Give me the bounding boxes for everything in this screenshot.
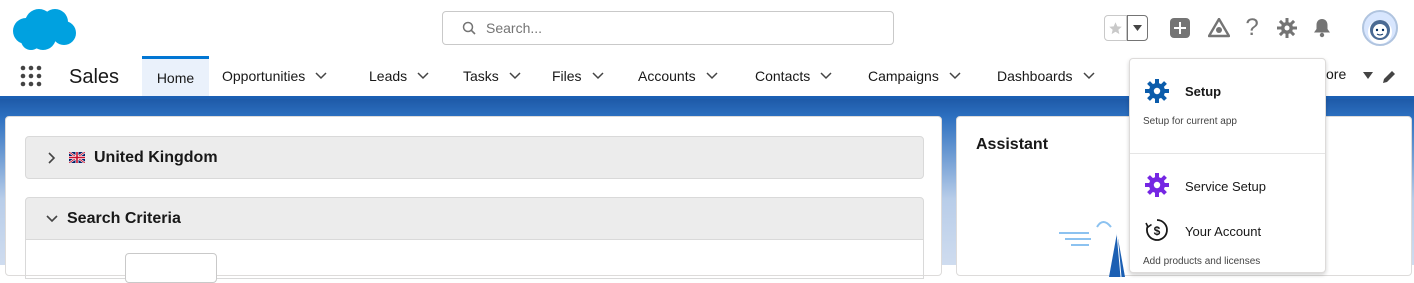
tab-label: Opportunities	[222, 68, 306, 84]
chevron-down-icon[interactable]	[1082, 72, 1095, 80]
tab-label: Files	[552, 68, 582, 84]
menu-divider	[1130, 153, 1325, 154]
chevron-right-icon[interactable]	[46, 152, 58, 164]
pencil-edit-icon[interactable]	[1381, 69, 1397, 85]
menu-sublabel: Add products and licenses	[1143, 256, 1261, 267]
chevron-down-icon[interactable]	[417, 72, 429, 80]
tab-label: Leads	[369, 68, 408, 84]
tab-tasks[interactable]: Tasks	[463, 56, 521, 96]
menu-label: Service Setup	[1185, 179, 1266, 194]
app-name: Sales	[69, 66, 120, 88]
tab-campaigns[interactable]: Campaigns	[868, 56, 961, 96]
global-search[interactable]	[442, 11, 894, 45]
favorites-star-button[interactable]	[1104, 15, 1127, 41]
favorites-menu-icon	[1133, 25, 1142, 31]
global-header: ?	[0, 0, 1414, 56]
setup-dropdown-menu: Setup Setup for current app Service Setu…	[1129, 58, 1326, 273]
svg-text:$: $	[1154, 224, 1161, 238]
menu-item-setup[interactable]: Setup Setup for current app	[1130, 59, 1325, 153]
section-title: United Kingdom	[94, 149, 218, 166]
app-launcher-icon[interactable]	[20, 65, 42, 87]
tab-accounts[interactable]: Accounts	[638, 56, 718, 96]
tab-dashboards[interactable]: Dashboards	[997, 56, 1095, 96]
chevron-down-icon[interactable]	[706, 72, 718, 80]
tab-label: Dashboards	[997, 68, 1073, 84]
user-avatar[interactable]	[1362, 10, 1398, 46]
tab-label: Tasks	[463, 68, 499, 84]
chevron-down-icon[interactable]	[46, 213, 58, 225]
setup-gear-icon	[1277, 18, 1297, 38]
section-search-criteria[interactable]: Search Criteria	[25, 197, 924, 240]
cloud-logo[interactable]	[9, 7, 77, 51]
menu-label: Setup	[1185, 84, 1222, 99]
trailhead-button[interactable]	[1207, 16, 1231, 40]
criteria-input[interactable]	[125, 253, 217, 283]
chevron-down-icon[interactable]	[509, 72, 521, 80]
chevron-down-icon[interactable]	[820, 72, 832, 80]
menu-item-your-account[interactable]: $ Your Account Add products and licenses	[1130, 213, 1325, 271]
help-icon[interactable]: ?	[1240, 14, 1264, 41]
uk-flag-icon	[69, 152, 85, 163]
favorites-star-icon	[1109, 21, 1122, 34]
notifications-bell-icon	[1314, 19, 1330, 38]
service-setup-gear-icon	[1145, 173, 1169, 197]
tab-label: Accounts	[638, 68, 696, 84]
chevron-down-icon[interactable]	[592, 72, 604, 80]
chevron-down-icon[interactable]	[949, 72, 961, 80]
tab-label: Home	[156, 69, 195, 86]
menu-label: Your Account	[1185, 224, 1262, 239]
main-card: United Kingdom Search Criteria	[5, 116, 942, 283]
chevron-down-icon[interactable]	[315, 72, 327, 80]
tab-label: Campaigns	[868, 68, 939, 84]
astro-avatar-icon	[1368, 20, 1392, 44]
notifications-button[interactable]	[1310, 16, 1334, 40]
menu-sublabel: Setup for current app	[1143, 116, 1237, 127]
tab-files[interactable]: Files	[552, 56, 604, 96]
caret-down-icon[interactable]	[1363, 72, 1373, 79]
search-icon	[462, 21, 476, 35]
tab-home[interactable]: Home	[142, 56, 209, 96]
favorites-menu-button[interactable]	[1127, 15, 1148, 41]
tab-contacts[interactable]: Contacts	[755, 56, 832, 96]
assistant-title: Assistant	[976, 136, 1049, 153]
global-actions-button[interactable]	[1168, 16, 1192, 40]
account-dollar-icon: $	[1145, 219, 1168, 241]
trailhead-icon	[1208, 18, 1230, 38]
tab-label: Contacts	[755, 68, 811, 84]
setup-gear-button[interactable]	[1275, 16, 1299, 40]
tab-more[interactable]: ore	[1326, 66, 1346, 82]
tab-opportunities[interactable]: Opportunities	[222, 56, 327, 96]
menu-item-service-setup[interactable]: Service Setup	[1130, 167, 1325, 203]
global-actions-icon	[1170, 18, 1190, 38]
section-title: Search Criteria	[67, 210, 181, 227]
section-united-kingdom[interactable]: United Kingdom	[25, 136, 924, 179]
tab-leads[interactable]: Leads	[369, 56, 429, 96]
search-input[interactable]	[484, 19, 868, 37]
assistant-illustration	[1059, 221, 1125, 277]
setup-gear-icon	[1145, 79, 1169, 103]
